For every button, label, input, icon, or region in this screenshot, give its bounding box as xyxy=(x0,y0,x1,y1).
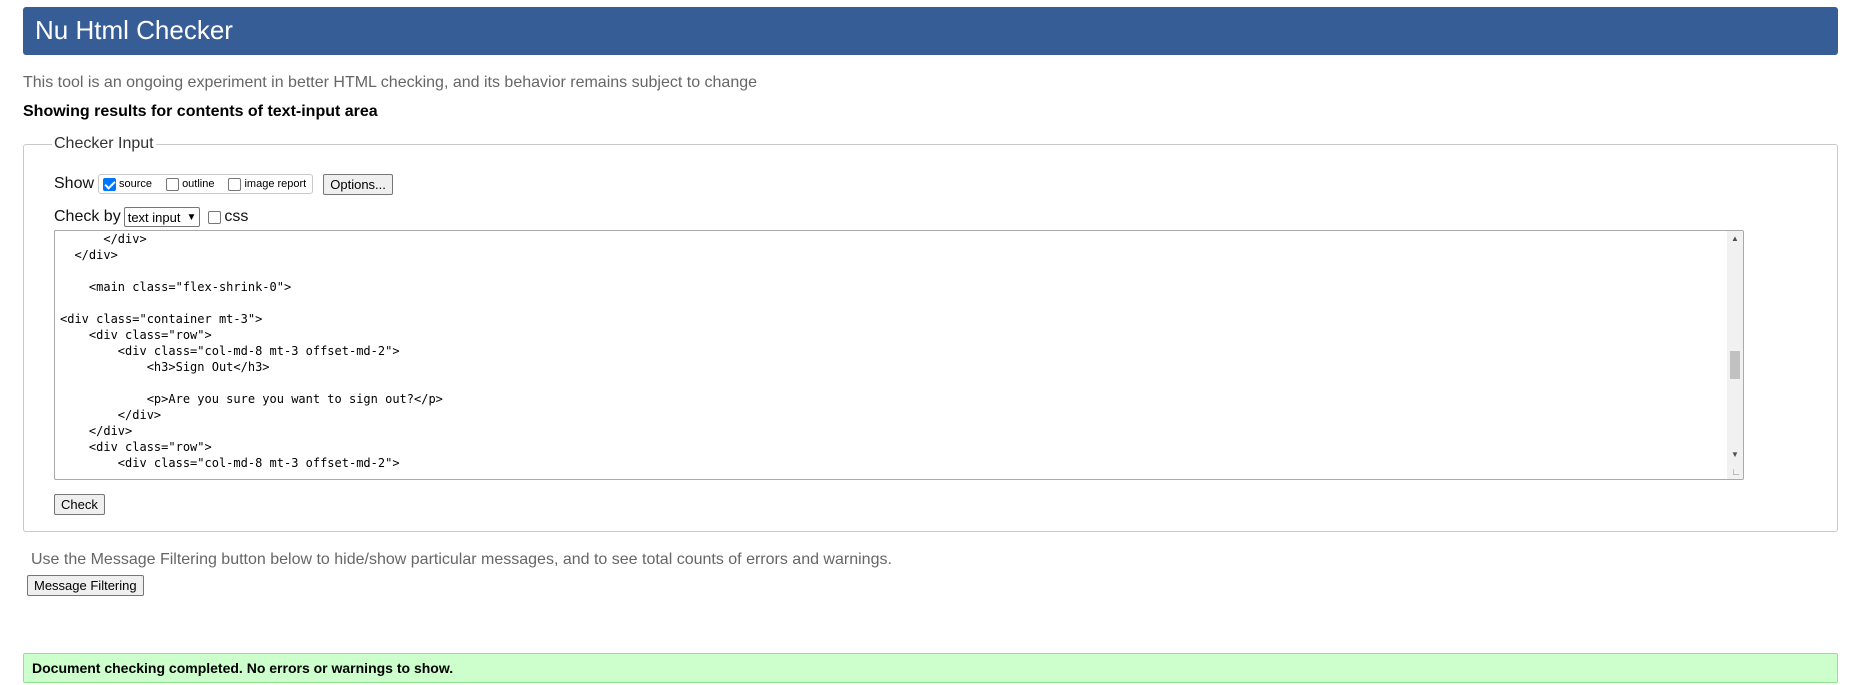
source-checkbox[interactable] xyxy=(103,177,117,191)
image-report-label: image report xyxy=(244,178,307,190)
show-image-report-option[interactable]: image report xyxy=(228,177,307,191)
chevron-down-icon: ▼ xyxy=(186,211,197,223)
check-by-label: Check by xyxy=(54,208,121,225)
image-report-checkbox[interactable] xyxy=(228,177,242,191)
page-title-banner: Nu Html Checker xyxy=(23,7,1838,55)
checker-input-fieldset: Checker Input Show source outline image … xyxy=(23,135,1838,532)
message-filtering-button[interactable]: Message Filtering xyxy=(27,575,144,596)
page-title: Nu Html Checker xyxy=(35,15,233,45)
check-button[interactable]: Check xyxy=(54,494,105,515)
success-message: Document checking completed. No errors o… xyxy=(23,653,1838,683)
source-label: source xyxy=(119,178,153,190)
show-outline-option[interactable]: outline xyxy=(166,177,215,191)
source-textarea[interactable]: </div> </div> <main class="flex-shrink-0… xyxy=(54,230,1744,480)
outline-label: outline xyxy=(182,178,215,190)
source-code[interactable]: </div> </div> <main class="flex-shrink-0… xyxy=(60,231,443,471)
show-options-row: Show source outline image report Options… xyxy=(54,172,393,196)
scroll-up-icon[interactable]: ▲ xyxy=(1727,231,1743,247)
check-by-select[interactable]: text input ▼ xyxy=(123,207,201,227)
outline-checkbox[interactable] xyxy=(166,177,180,191)
intro-text: This tool is an ongoing experiment in be… xyxy=(23,74,758,91)
resize-grip-icon[interactable]: ∟ xyxy=(1731,467,1741,478)
filter-instructions: Use the Message Filtering button below t… xyxy=(31,551,892,568)
css-label: css xyxy=(224,208,249,225)
check-by-selected-value: text input xyxy=(127,209,181,225)
results-heading: Showing results for contents of text-inp… xyxy=(23,103,378,120)
show-options-group: source outline image report xyxy=(98,174,314,194)
options-button[interactable]: Options... xyxy=(323,173,393,195)
show-label: Show xyxy=(54,175,95,192)
css-option[interactable]: css xyxy=(208,208,248,226)
css-checkbox[interactable] xyxy=(208,210,222,224)
scroll-thumb[interactable] xyxy=(1730,351,1740,379)
textarea-scrollbar[interactable]: ▲ ▼ xyxy=(1727,231,1743,479)
scroll-down-icon[interactable]: ▼ xyxy=(1727,447,1743,463)
show-source-option[interactable]: source xyxy=(103,177,153,191)
fieldset-legend: Checker Input xyxy=(52,135,156,153)
check-by-row: Check by text input ▼ css xyxy=(54,206,248,228)
